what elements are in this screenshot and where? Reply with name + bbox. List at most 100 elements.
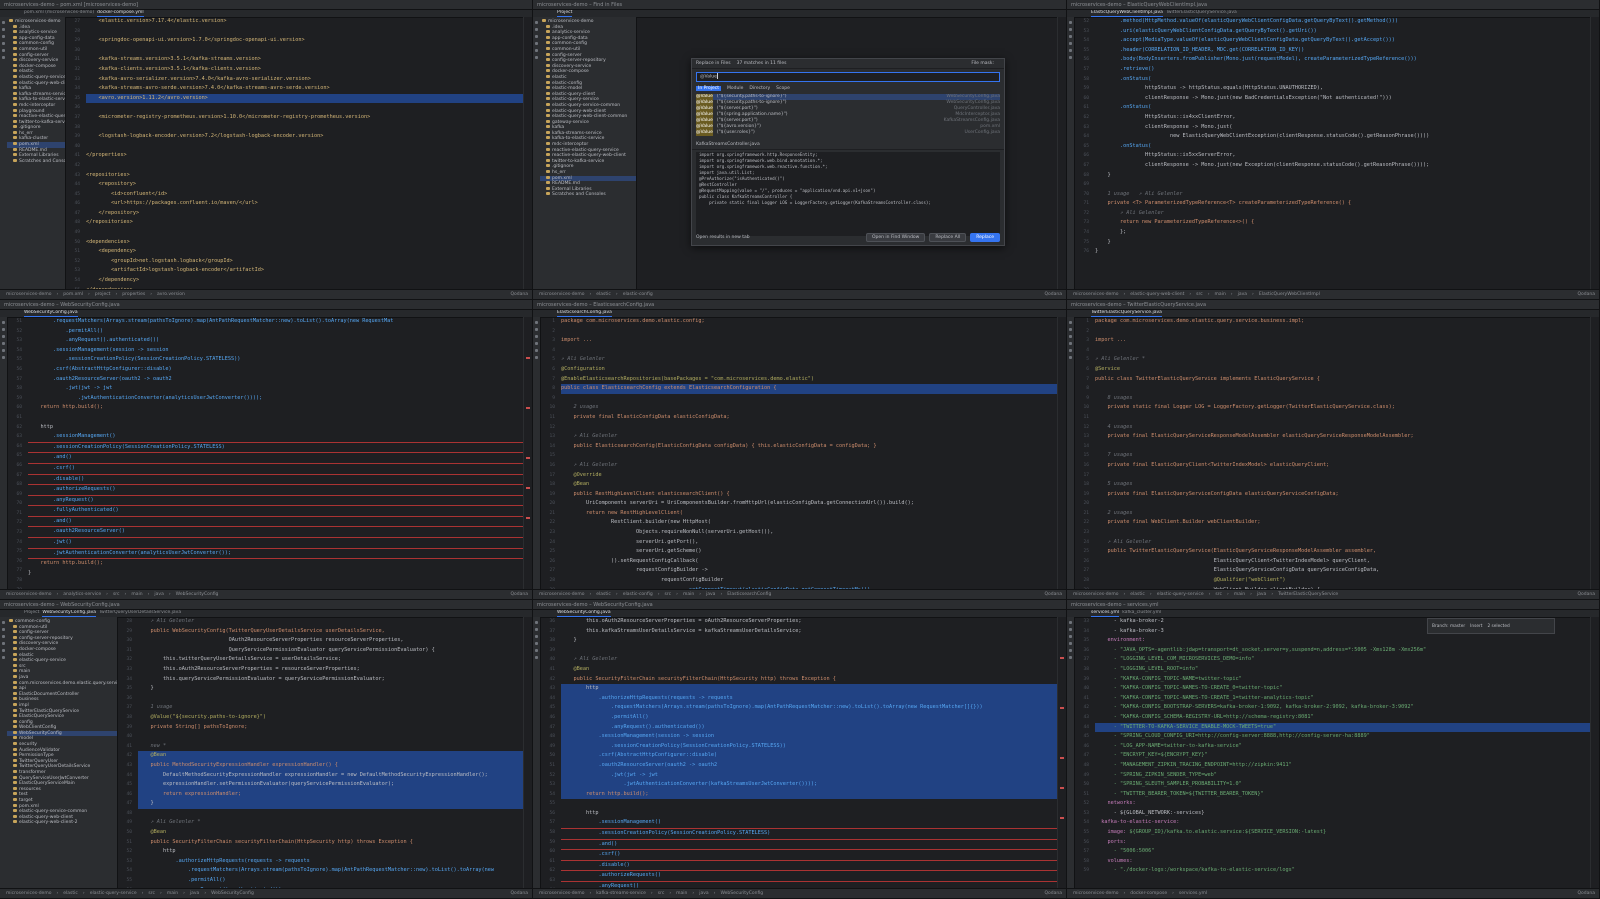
vertical-scrollbar[interactable] [1057,17,1066,290]
breadcrumb-item[interactable]: src [113,592,120,597]
tool-window-icon[interactable] [535,621,538,624]
tool-window-icon[interactable] [535,656,538,659]
breadcrumb-item[interactable]: elastic-query-service [1157,592,1204,597]
qodana-widget[interactable]: Qodana [510,592,528,597]
code-area[interactable]: package com.microservices.demo.elastic.c… [561,317,1058,590]
tool-window-icon[interactable] [1069,321,1072,324]
qodana-widget[interactable]: Qodana [1577,592,1595,597]
error-stripe-mark[interactable] [526,407,530,409]
breadcrumb-item[interactable]: elastic [63,891,78,896]
error-stripe-mark[interactable] [526,487,530,489]
tool-window-icon[interactable] [1069,28,1072,31]
code-editor[interactable]: 27 28 29 30 31 32 33 34 35 36 37 38 39 40 41 42 43 44 45 46… [66,17,524,290]
breadcrumb-item[interactable]: elastic [1130,592,1145,597]
breadcrumb-item[interactable]: pom.xml [63,292,83,297]
results-list[interactable]: @Value ("${security.paths-to-ignore}") Web… [696,94,1000,138]
tool-window-icon[interactable] [1069,328,1072,331]
open-results-checkbox[interactable]: Open results in new tab [696,235,750,240]
breadcrumb-item[interactable]: TwitterElasticQueryService [1278,592,1338,597]
editor-tab[interactable]: kafka_cluster.yml [1122,610,1161,617]
breadcrumb-item[interactable]: microservices-demo [1073,891,1118,896]
code-area[interactable]: ↗ Ali Gelenler public WebSecurityConfig(… [138,617,524,889]
tool-window-icon[interactable] [535,349,538,352]
tree-node[interactable]: microservices-demo [7,19,65,25]
code-editor[interactable]: 1 2 3 4 5 6 7 8 9 10 11 12 13 14 15 16 17 18 19 20 21 22 23 24 2… [1075,317,1591,590]
breadcrumb-item[interactable]: avro.version [157,292,185,297]
tree-node[interactable]: Scratches and Consoles [540,192,636,198]
editor-tab[interactable]: docker-compose.yml [97,10,144,17]
breadcrumb-item[interactable]: main [131,592,142,597]
vertical-scrollbar[interactable] [523,17,532,290]
editor-tab[interactable]: TwitterElasticQueryService.java [1091,310,1162,317]
editor-tab[interactable]: ElasticQueryWebClientImpl.java [1091,10,1163,17]
breadcrumb-item[interactable]: java [1257,592,1266,597]
error-stripe-mark[interactable] [526,357,530,359]
file-mask-checkbox[interactable]: File mask: [971,61,994,66]
result-row[interactable]: @Value ("${user.roles}") UserConfig.java [696,130,1000,136]
tool-window-icon[interactable] [2,321,5,324]
tool-window-icon[interactable] [2,342,5,345]
breadcrumb-item[interactable]: src [1196,292,1203,297]
scope-tab[interactable]: Scope [776,86,790,91]
tool-window-icon[interactable] [1069,56,1072,59]
tool-window-icon[interactable] [2,635,5,638]
replace-button[interactable]: Replace [970,233,1000,242]
tool-window-icon[interactable] [535,628,538,631]
breadcrumb-item[interactable]: src [658,891,665,896]
code-area[interactable]: .requestMatchers(Arrays.stream(pathsToIg… [28,317,524,590]
tool-window-icon[interactable] [1069,642,1072,645]
editor-tab[interactable]: TwitterQueryUserDetailsService.java [99,610,181,617]
breadcrumb-item[interactable]: elastic-query-web-client [1130,292,1184,297]
code-area[interactable]: .method(HttpMethod.valueOf(elasticQueryW… [1095,17,1591,257]
tool-window-icon[interactable] [2,356,5,359]
breadcrumb-item[interactable]: src [665,592,672,597]
breadcrumb-item[interactable]: elastic-config [623,592,653,597]
tool-window-icon[interactable] [2,649,5,652]
breadcrumb-item[interactable]: properties [122,292,145,297]
tool-window-icon[interactable] [1069,649,1072,652]
tool-window-icon[interactable] [2,349,5,352]
breadcrumb-item[interactable]: main [683,592,694,597]
tool-window-icon[interactable] [2,628,5,631]
search-input[interactable]: @Value [696,72,1000,82]
editor-tab[interactable]: pom.xml (microservices-demo) [24,10,94,17]
qodana-widget[interactable]: Qodana [1577,292,1595,297]
code-editor[interactable]: 28 29 30 31 32 33 34 35 36 37 38 39 40 41 42 43 44 45 46 47… [118,617,524,889]
tool-window-icon[interactable] [1069,628,1072,631]
tool-window-icon[interactable] [535,42,538,45]
breadcrumb-item[interactable]: microservices-demo [1073,592,1118,597]
tree-node[interactable]: elastic-query-web-client-2 [7,820,117,826]
breadcrumb-item[interactable]: microservices-demo [1073,292,1118,297]
tool-window-icon[interactable] [2,28,5,31]
qodana-widget[interactable]: Qodana [510,891,528,896]
popup-item[interactable]: 2 selected [1487,624,1509,629]
code-area[interactable]: <elastic.version>7.17.4</elastic.version… [86,17,524,290]
editor-tab[interactable]: WebSecurityConfig.java [24,310,78,317]
breadcrumb-item[interactable]: main [167,891,178,896]
breadcrumb-item[interactable]: ElasticsearchConfig [727,592,771,597]
breadcrumb-item[interactable]: microservices-demo [6,891,51,896]
tool-window-icon[interactable] [535,642,538,645]
tool-window-icon[interactable] [2,642,5,645]
code-area[interactable]: package com.microservices.demo.elastic.q… [1095,317,1591,590]
tool-window-icon[interactable] [1069,49,1072,52]
breadcrumb-item[interactable]: WebSecurityConfig [211,891,254,896]
replace-all-button[interactable]: Replace All [929,233,967,242]
tool-window-icon[interactable] [1069,35,1072,38]
breadcrumb-item[interactable]: main [676,891,687,896]
breadcrumb-item[interactable]: elastic-config [623,292,653,297]
tool-window-icon[interactable] [1069,21,1072,24]
tool-window-icon[interactable] [1069,335,1072,338]
tool-window-icon[interactable] [1069,356,1072,359]
breadcrumb-item[interactable]: src [148,891,155,896]
popup-item[interactable]: Branch: master [1432,624,1465,629]
editor-tab[interactable]: WebSecurityConfig.java [42,610,96,617]
tool-window-icon[interactable] [2,621,5,624]
code-editor[interactable]: 36 37 38 39 40 41 42 43 44 45 46 47 48 49 50 51 52 53 54 55… [541,617,1058,889]
editor-tab[interactable]: TwitterElasticQueryService.java [1166,10,1237,17]
error-stripe-mark[interactable] [1060,757,1064,759]
breadcrumb-item[interactable]: main [1234,592,1245,597]
tool-window-icon[interactable] [535,49,538,52]
qodana-widget[interactable]: Qodana [1577,891,1595,896]
editor-tab[interactable]: WebSecurityConfig.java [557,610,611,617]
